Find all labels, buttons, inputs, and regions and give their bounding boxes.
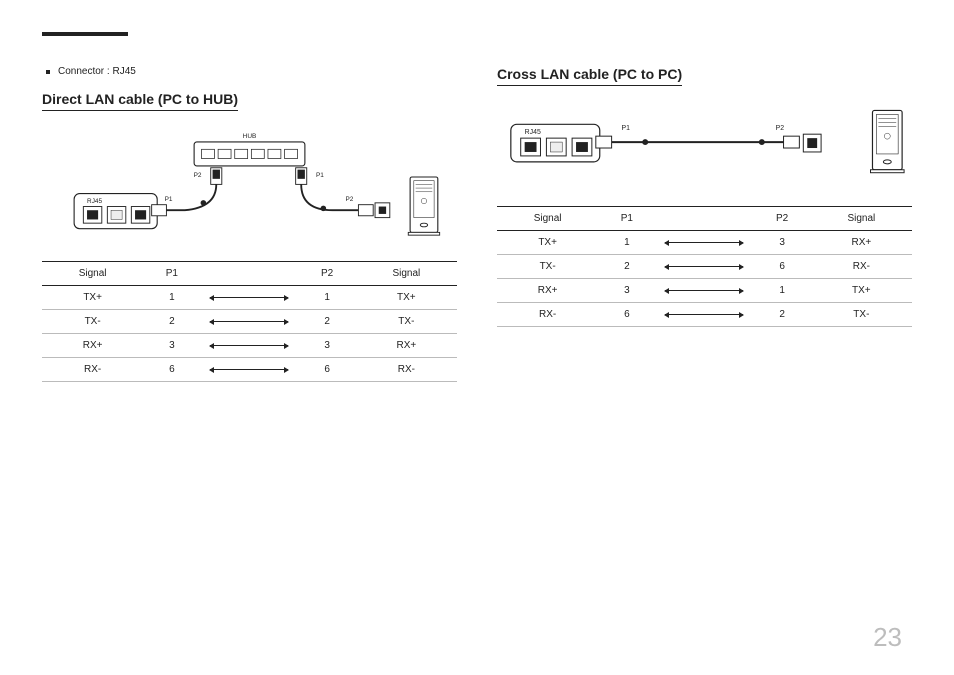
table-cell: 2 xyxy=(143,310,200,334)
table-cell: RX- xyxy=(811,255,912,279)
right-column: Cross LAN cable (PC to PC) RJ45 P1 xyxy=(497,66,912,382)
th-blank xyxy=(200,262,298,286)
table-cell: 3 xyxy=(143,334,200,358)
table-cell: 1 xyxy=(143,286,200,310)
left-column: Connector : RJ45 Direct LAN cable (PC to… xyxy=(42,66,457,382)
p1-label-panel: P1 xyxy=(165,196,173,203)
table-row: TX-2 6RX- xyxy=(497,255,912,279)
table-cell: 6 xyxy=(298,358,355,382)
connector-note: Connector : RJ45 xyxy=(46,66,457,77)
double-arrow-icon xyxy=(665,314,743,315)
rj45-label: RJ45 xyxy=(525,129,541,136)
th-signal-r: Signal xyxy=(811,207,912,231)
table-header-row: Signal P1 P2 Signal xyxy=(497,207,912,231)
table-cell: TX+ xyxy=(356,286,457,310)
connector-note-text: Connector : RJ45 xyxy=(58,66,136,77)
th-signal-l: Signal xyxy=(497,207,598,231)
direct-tbody: TX+11TX+TX-22TX-RX+33RX+RX-66RX- xyxy=(42,286,457,382)
table-cell: 1 xyxy=(598,231,655,255)
table-cell: 6 xyxy=(753,255,810,279)
columns: Connector : RJ45 Direct LAN cable (PC to… xyxy=(42,66,912,382)
table-cell: 2 xyxy=(598,255,655,279)
table-cell: 1 xyxy=(298,286,355,310)
double-arrow-icon xyxy=(210,321,288,322)
table-row: RX-6 2TX- xyxy=(497,303,912,327)
table-cell: TX- xyxy=(497,255,598,279)
table-cell: RX+ xyxy=(811,231,912,255)
th-p2: P2 xyxy=(298,262,355,286)
cross-diagram: RJ45 P1 P2 xyxy=(497,104,912,194)
table-header-row: Signal P1 P2 Signal xyxy=(42,262,457,286)
table-cell: RX- xyxy=(497,303,598,327)
table-row: RX-66RX- xyxy=(42,358,457,382)
header-rule xyxy=(42,32,128,36)
direct-title: Direct LAN cable (PC to HUB) xyxy=(42,91,238,111)
table-cell: RX+ xyxy=(356,334,457,358)
table-cell xyxy=(200,286,298,310)
table-cell: 2 xyxy=(298,310,355,334)
table-row: RX+3 1TX+ xyxy=(497,279,912,303)
table-row: TX-22TX- xyxy=(42,310,457,334)
table-cell: 2 xyxy=(753,303,810,327)
table-cell: RX- xyxy=(42,358,143,382)
cross-table: Signal P1 P2 Signal TX+13RX+TX-26RX-RX+3… xyxy=(497,206,912,327)
th-p1: P1 xyxy=(598,207,655,231)
cross-tbody: TX+13RX+TX-26RX-RX+31TX+RX-62TX- xyxy=(497,231,912,327)
table-cell: 3 xyxy=(598,279,655,303)
table-cell: 3 xyxy=(753,231,810,255)
table-row: TX+11TX+ xyxy=(42,286,457,310)
table-cell xyxy=(655,279,753,303)
cross-title: Cross LAN cable (PC to PC) xyxy=(497,66,682,86)
double-arrow-icon xyxy=(210,369,288,370)
table-cell: 3 xyxy=(298,334,355,358)
table-cell: 1 xyxy=(753,279,810,303)
table-row: RX+33RX+ xyxy=(42,334,457,358)
table-cell: TX- xyxy=(356,310,457,334)
p2-label: P2 xyxy=(776,125,785,132)
table-cell xyxy=(200,358,298,382)
page-number: 23 xyxy=(873,622,902,653)
table-row: TX+1 3RX+ xyxy=(497,231,912,255)
rj45-label-left: RJ45 xyxy=(87,198,102,205)
direct-table: Signal P1 P2 Signal TX+11TX+TX-22TX-RX+3… xyxy=(42,261,457,382)
table-cell: TX- xyxy=(811,303,912,327)
p2-label-cable: P2 xyxy=(346,196,354,203)
page: Connector : RJ45 Direct LAN cable (PC to… xyxy=(0,0,954,675)
p1-label: P1 xyxy=(622,125,631,132)
th-blank xyxy=(655,207,753,231)
direct-diagram: HUB P2 P1 xyxy=(42,129,457,249)
th-signal-l: Signal xyxy=(42,262,143,286)
table-cell xyxy=(655,255,753,279)
th-p2: P2 xyxy=(753,207,810,231)
p2-label-hub: P2 xyxy=(194,172,202,179)
table-cell: TX- xyxy=(42,310,143,334)
double-arrow-icon xyxy=(665,290,743,291)
table-cell xyxy=(655,303,753,327)
double-arrow-icon xyxy=(665,242,743,243)
table-cell: RX- xyxy=(356,358,457,382)
table-cell: TX+ xyxy=(811,279,912,303)
table-cell: 6 xyxy=(143,358,200,382)
double-arrow-icon xyxy=(665,266,743,267)
table-cell: 6 xyxy=(598,303,655,327)
table-cell: RX+ xyxy=(42,334,143,358)
th-signal-r: Signal xyxy=(356,262,457,286)
table-cell: TX+ xyxy=(497,231,598,255)
table-cell xyxy=(200,334,298,358)
hub-label: HUB xyxy=(243,133,257,140)
double-arrow-icon xyxy=(210,297,288,298)
table-cell: TX+ xyxy=(42,286,143,310)
table-cell xyxy=(200,310,298,334)
table-cell xyxy=(655,231,753,255)
double-arrow-icon xyxy=(210,345,288,346)
th-p1: P1 xyxy=(143,262,200,286)
table-cell: RX+ xyxy=(497,279,598,303)
p1-label-hub: P1 xyxy=(316,172,324,179)
